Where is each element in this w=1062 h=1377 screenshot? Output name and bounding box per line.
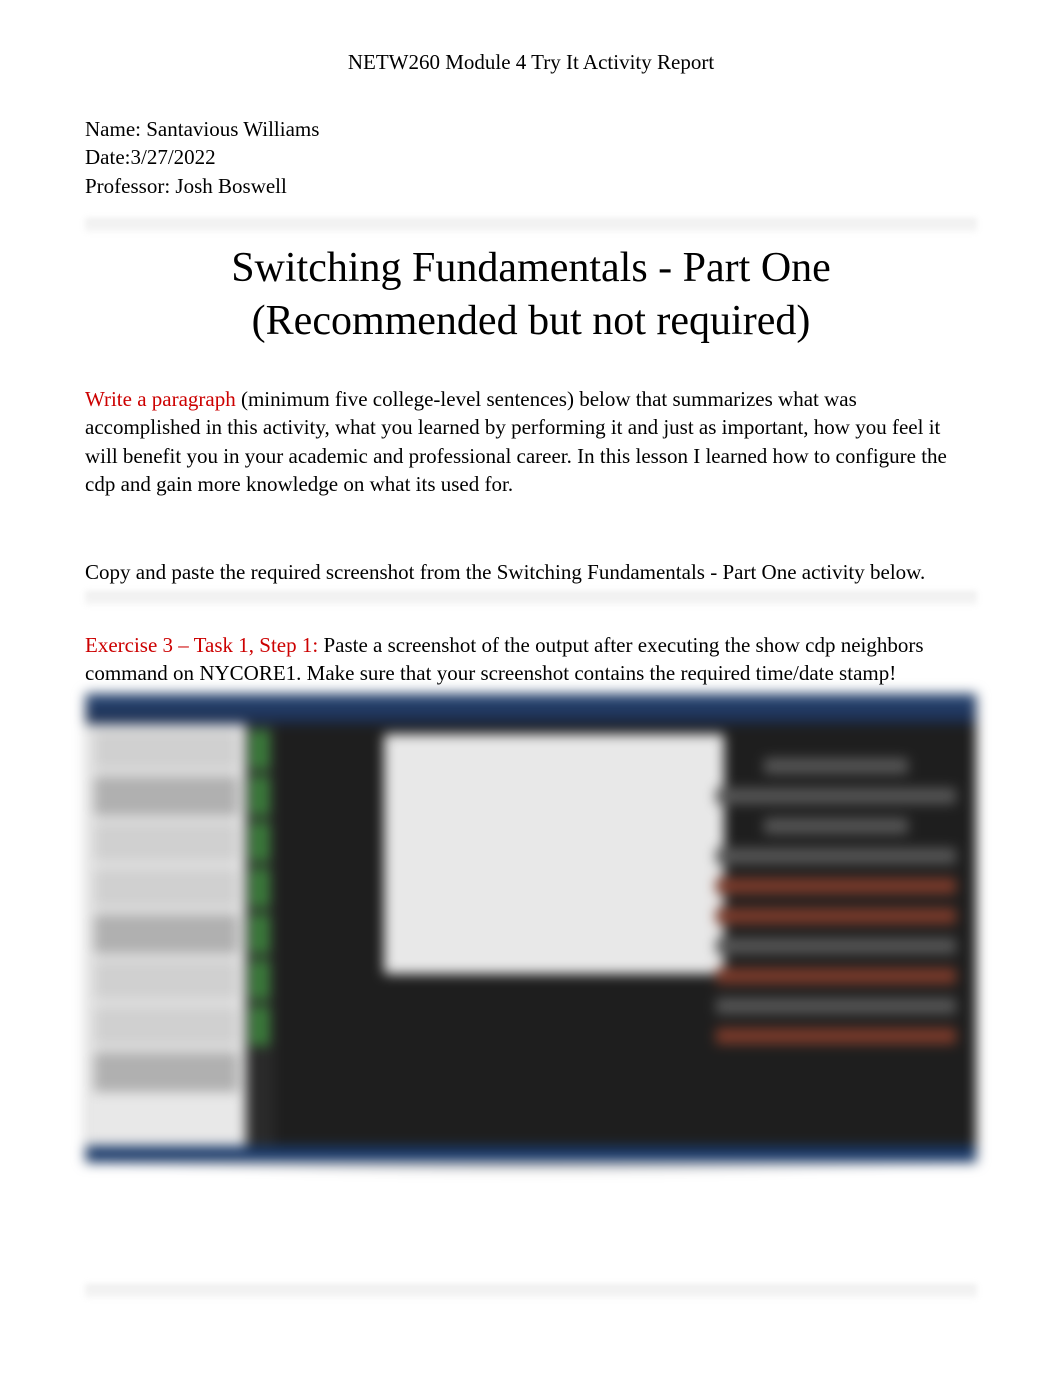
ss-output-line bbox=[716, 848, 956, 864]
ss-sidebar-item bbox=[94, 960, 238, 1000]
ss-sidebar bbox=[86, 724, 246, 1146]
ss-sidebar-item bbox=[94, 1006, 238, 1046]
name-line: Name: Santavious Williams bbox=[85, 115, 977, 143]
ss-output-line bbox=[716, 908, 956, 924]
write-paragraph-section: Write a paragraph (minimum five college-… bbox=[85, 385, 977, 498]
ss-title-bar bbox=[86, 694, 976, 724]
report-header: NETW260 Module 4 Try It Activity Report bbox=[85, 50, 977, 75]
ss-status-tile bbox=[250, 868, 270, 908]
ss-output-line bbox=[764, 818, 908, 834]
ss-output-line bbox=[716, 1028, 956, 1044]
ss-sidebar-item bbox=[94, 1052, 238, 1092]
exercise-body-pre: Paste a screenshot of the output after e… bbox=[318, 633, 755, 657]
title-line1: Switching Fundamentals - Part One bbox=[231, 245, 831, 291]
ss-output-line bbox=[716, 998, 956, 1014]
ss-taskbar bbox=[86, 1146, 976, 1162]
ss-main-panel bbox=[274, 724, 976, 1146]
student-meta: Name: Santavious Williams Date:3/27/2022… bbox=[85, 115, 977, 200]
ss-output-line bbox=[716, 788, 956, 804]
ss-output-line bbox=[716, 878, 956, 894]
ss-status-tile bbox=[250, 1006, 270, 1046]
instruction-pre: Copy and paste the required screenshot f… bbox=[85, 560, 497, 584]
ss-status-tile bbox=[250, 776, 270, 816]
divider bbox=[85, 218, 977, 232]
name-label: Name: bbox=[85, 117, 146, 141]
date-value: 3/27/2022 bbox=[130, 145, 215, 169]
divider bbox=[85, 1284, 977, 1298]
ss-sidebar-item bbox=[94, 868, 238, 908]
exercise-body-post: . Make sure that your screenshot contain… bbox=[296, 661, 896, 685]
screenshot-shadow bbox=[85, 1161, 977, 1179]
title-line2: (Recommended but not required) bbox=[252, 298, 811, 344]
ss-sidebar-item bbox=[94, 730, 238, 770]
ss-terminal-output bbox=[716, 744, 956, 1126]
professor-label: Professor: bbox=[85, 174, 175, 198]
date-line: Date:3/27/2022 bbox=[85, 143, 977, 171]
ss-status-column bbox=[246, 724, 274, 1146]
name-value: Santavious Williams bbox=[146, 117, 319, 141]
ss-status-tile bbox=[250, 730, 270, 770]
exercise-body-mid: command on bbox=[85, 661, 199, 685]
instruction-activity: Switching Fundamentals - Part One bbox=[497, 560, 797, 584]
instruction-post: activity below. bbox=[802, 560, 925, 584]
ss-topology-window bbox=[384, 734, 724, 974]
exercise-device: NYCORE1 bbox=[199, 661, 296, 685]
ss-output-line bbox=[764, 758, 908, 774]
ss-output-line bbox=[716, 968, 956, 984]
exercise-section: Exercise 3 – Task 1, Step 1: Paste a scr… bbox=[85, 631, 977, 688]
professor-value: Josh Boswell bbox=[175, 174, 286, 198]
ss-sidebar-item bbox=[94, 914, 238, 954]
ss-sidebar-item bbox=[94, 776, 238, 816]
main-title: Switching Fundamentals - Part One (Recom… bbox=[85, 242, 977, 347]
professor-line: Professor: Josh Boswell bbox=[85, 172, 977, 200]
screenshot-instruction: Copy and paste the required screenshot f… bbox=[85, 558, 977, 586]
exercise-command: show cdp neighbors bbox=[756, 633, 924, 657]
exercise-label: Exercise 3 – Task 1, Step 1: bbox=[85, 633, 318, 657]
ss-status-tile bbox=[250, 822, 270, 862]
ss-status-tile bbox=[250, 960, 270, 1000]
write-paragraph-label: Write a paragraph bbox=[85, 387, 236, 411]
embedded-screenshot bbox=[85, 693, 977, 1163]
ss-sidebar-item bbox=[94, 822, 238, 862]
date-label: Date: bbox=[85, 145, 130, 169]
ss-output-line bbox=[716, 938, 956, 954]
divider bbox=[85, 591, 977, 605]
ss-status-tile bbox=[250, 914, 270, 954]
